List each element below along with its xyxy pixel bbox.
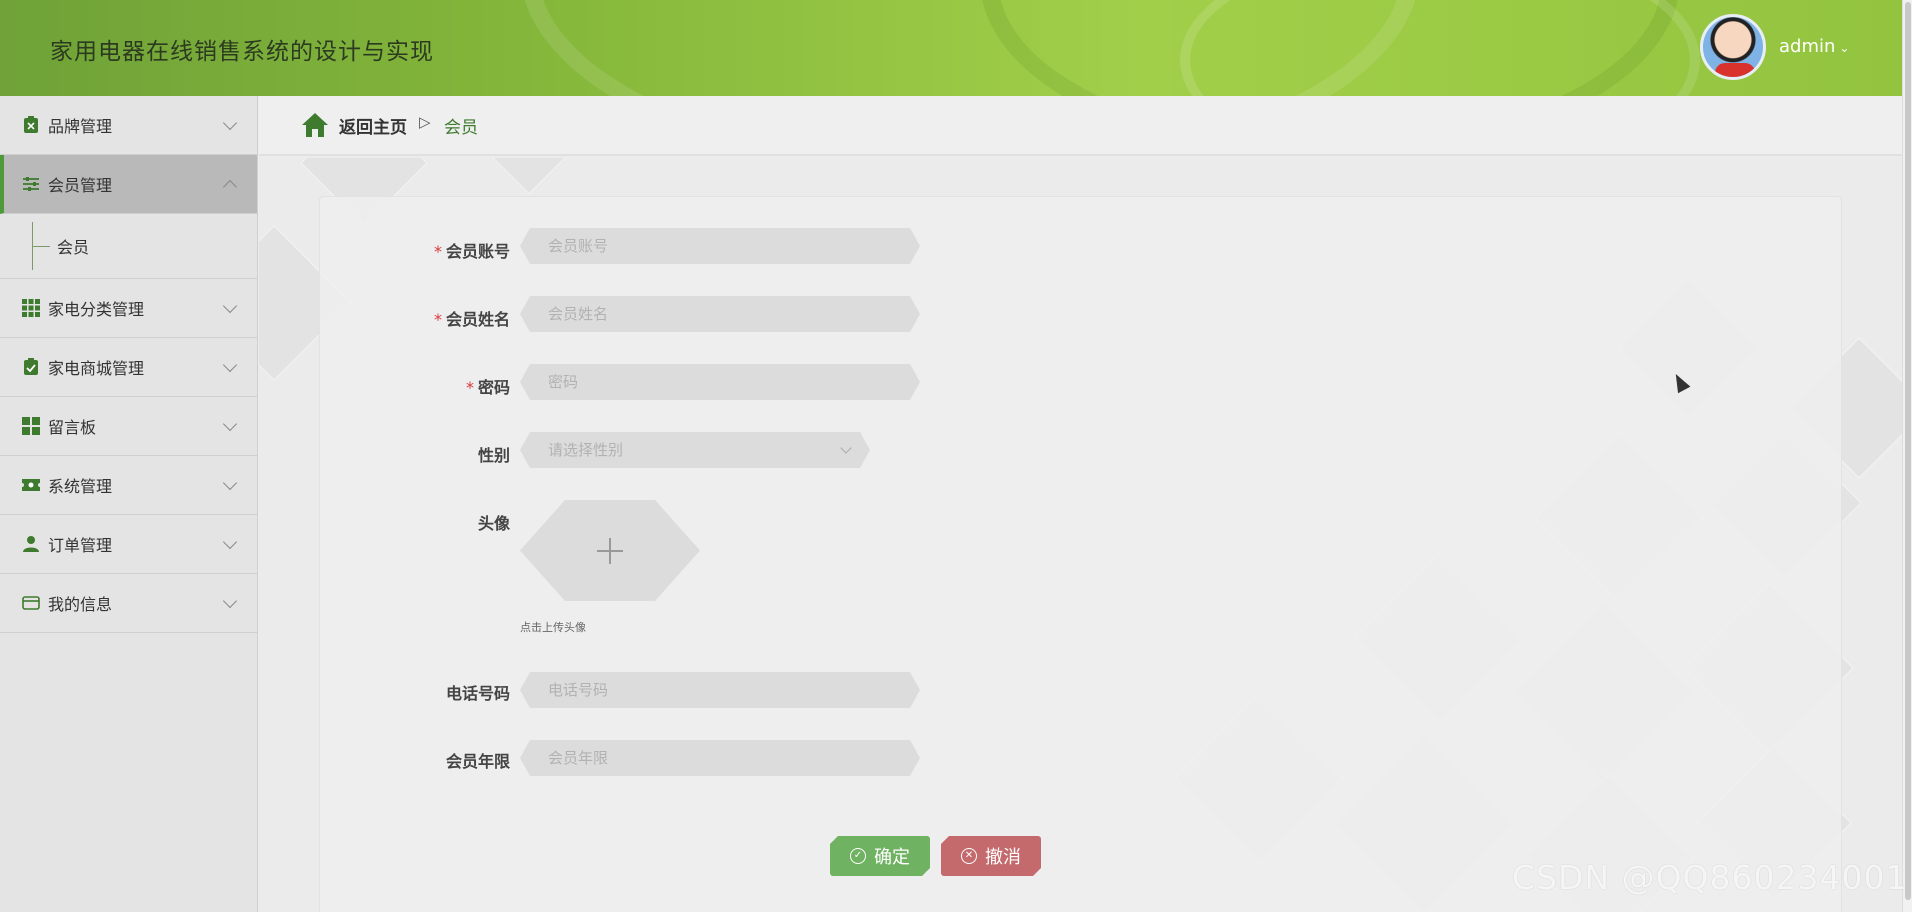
required-mark: *	[465, 378, 474, 397]
app-title: 家用电器在线销售系统的设计与实现	[50, 39, 434, 65]
member-years-input[interactable]	[520, 740, 920, 776]
gender-label: 性别	[477, 446, 510, 465]
chevron-down-icon	[222, 475, 238, 491]
chevron-down-icon	[222, 416, 238, 432]
tree-branch	[32, 246, 50, 247]
sidebar-item-label: 家电分类管理	[48, 300, 145, 319]
watermark: CSDN @QQ860234001	[1512, 858, 1908, 897]
password-label: * 密码	[465, 378, 510, 397]
sidebar-item-system[interactable]: 系统管理	[0, 456, 257, 515]
member-years-field[interactable]	[520, 740, 920, 776]
plus-icon	[609, 538, 611, 564]
chevron-up-icon	[222, 179, 238, 195]
required-mark: *	[433, 310, 442, 329]
sidebar: 品牌管理 会员管理 会员 家电分类管理 家电商城管理 留言板 系统管理 订单管理…	[0, 96, 258, 912]
breadcrumb: 返回主页 ▷ 会员	[259, 96, 1902, 156]
account-input[interactable]	[520, 228, 920, 264]
breadcrumb-separator: ▷	[419, 113, 431, 131]
phone-field[interactable]	[520, 672, 920, 708]
avatar-label: 头像	[477, 514, 510, 533]
sidebar-item-label: 我的信息	[48, 595, 113, 614]
ticket-icon	[22, 479, 40, 491]
sidebar-item-appliance-category[interactable]: 家电分类管理	[0, 279, 257, 338]
content-area	[259, 158, 1902, 912]
sidebar-subitem-member[interactable]: 会员	[0, 214, 257, 279]
confirm-button[interactable]: ✓ 确定	[830, 836, 930, 876]
user-icon	[23, 536, 39, 552]
sidebar-item-orders[interactable]: 订单管理	[0, 515, 257, 574]
chevron-down-icon	[222, 534, 238, 550]
clipboard-check-icon	[24, 358, 38, 375]
sidebar-item-label: 会员管理	[48, 176, 113, 195]
name-label: * 会员姓名	[433, 310, 510, 329]
grid-icon	[22, 299, 40, 317]
card-icon	[22, 596, 40, 610]
username: admin	[1779, 36, 1836, 57]
dashboard-icon	[22, 417, 40, 435]
sidebar-item-appliance-mall[interactable]: 家电商城管理	[0, 338, 257, 397]
password-field[interactable]	[520, 364, 920, 400]
chevron-down-icon: ⌄	[1839, 41, 1850, 55]
sidebar-item-member-management[interactable]: 会员管理	[0, 155, 257, 214]
chevron-down-icon	[222, 115, 238, 131]
home-icon[interactable]	[301, 112, 329, 138]
password-input[interactable]	[520, 364, 920, 400]
sidebar-item-message-board[interactable]: 留言板	[0, 397, 257, 456]
account-label: * 会员账号	[433, 242, 510, 261]
sliders-icon	[23, 177, 39, 191]
name-field[interactable]	[520, 296, 920, 332]
name-input[interactable]	[520, 296, 920, 332]
gender-select[interactable]	[520, 432, 870, 468]
member-years-label: 会员年限	[445, 752, 510, 771]
chevron-down-icon	[222, 298, 238, 314]
sidebar-item-brand[interactable]: 品牌管理	[0, 96, 257, 155]
account-field[interactable]	[520, 228, 920, 264]
top-header: 家用电器在线销售系统的设计与实现 admin ⌄	[0, 0, 1902, 96]
user-menu[interactable]: admin ⌄	[1779, 36, 1849, 57]
avatar[interactable]	[1700, 14, 1766, 80]
sidebar-item-label: 订单管理	[48, 536, 113, 555]
page-scrollbar[interactable]	[1902, 0, 1912, 912]
background-tile	[472, 158, 586, 195]
brand-icon	[24, 116, 38, 133]
check-circle-icon: ✓	[850, 848, 866, 864]
sidebar-item-my-info[interactable]: 我的信息	[0, 574, 257, 633]
sidebar-item-label: 品牌管理	[48, 117, 113, 136]
phone-input[interactable]	[520, 672, 920, 708]
sidebar-item-label: 家电商城管理	[48, 359, 145, 378]
sidebar-subitem-label: 会员	[57, 238, 90, 257]
back-home-link[interactable]: 返回主页	[339, 113, 407, 138]
breadcrumb-current: 会员	[444, 118, 478, 138]
sidebar-item-label: 系统管理	[48, 477, 113, 496]
phone-label: 电话号码	[445, 684, 510, 703]
chevron-down-icon	[222, 593, 238, 609]
chevron-down-icon	[222, 357, 238, 373]
close-circle-icon: ✕	[961, 848, 977, 864]
upload-hint: 点击上传头像	[520, 621, 586, 634]
cancel-button[interactable]: ✕ 撤消	[941, 836, 1041, 876]
header-decoration	[1180, 0, 1700, 96]
required-mark: *	[433, 242, 442, 261]
gender-select-input[interactable]	[520, 432, 870, 468]
sidebar-item-label: 留言板	[48, 418, 97, 437]
